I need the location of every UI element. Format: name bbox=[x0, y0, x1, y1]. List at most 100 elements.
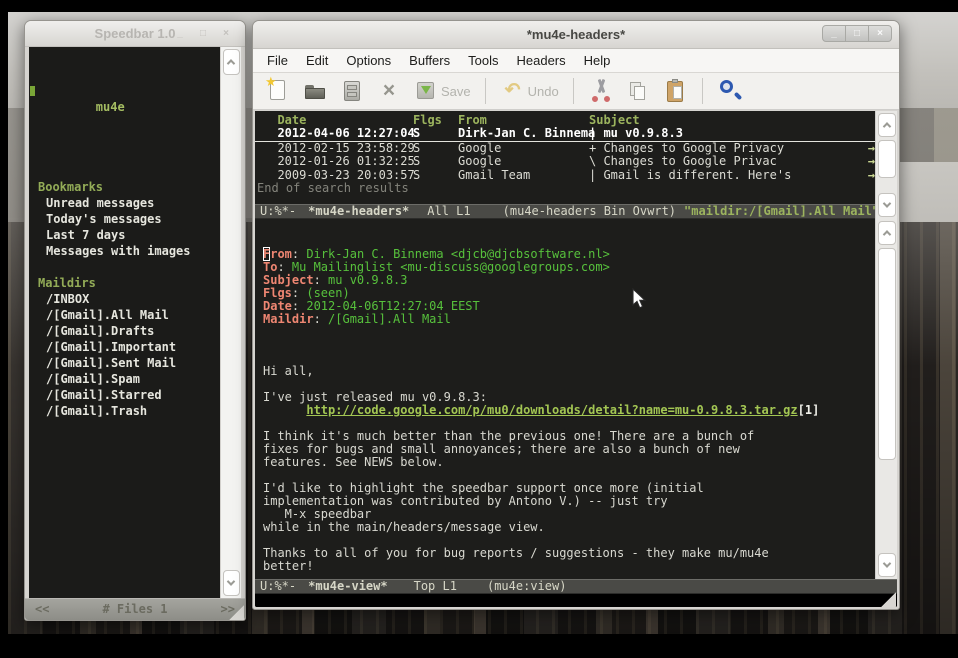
close-icon[interactable]: × bbox=[868, 25, 892, 42]
speedbar-item[interactable]: Today's messages bbox=[38, 211, 220, 227]
scroll-up-button[interactable] bbox=[878, 221, 896, 245]
header-row[interactable]: 2012-04-06 12:27:04SDirk-Jan C. Binnema|… bbox=[255, 127, 875, 141]
toolbar: ★ × Save ↶ Undo bbox=[253, 73, 899, 110]
undo-button[interactable]: ↶ Undo bbox=[500, 78, 559, 104]
message-body-line: better! bbox=[263, 560, 875, 573]
mu4e-view-buffer: From: Dirk-Jan C. Binnema <djcb@djcbsoft… bbox=[255, 219, 875, 579]
resize-grip[interactable] bbox=[228, 604, 244, 620]
save-button[interactable]: Save bbox=[413, 78, 471, 104]
message-field: Subject: mu v0.9.8.3 bbox=[263, 274, 875, 287]
modeline-position: All L1 bbox=[427, 205, 470, 218]
speedbar-item[interactable]: Unread messages bbox=[38, 195, 220, 211]
speedbar-item[interactable]: /[Gmail].Sent Mail bbox=[38, 355, 220, 371]
menu-options[interactable]: Options bbox=[337, 50, 400, 71]
menu-bar: FileEditOptionsBuffersToolsHeadersHelp bbox=[253, 49, 899, 73]
mu4e-headers-buffer: DateFlgsFromSubject 2012-04-06 12:27:04S… bbox=[255, 111, 875, 204]
modeline-position: Top L1 bbox=[414, 580, 457, 593]
chevron-up-icon bbox=[882, 230, 890, 238]
message-body-line: features. See NEWS below. bbox=[263, 456, 875, 469]
toolbar-separator bbox=[702, 78, 703, 104]
speedbar-scrollbar[interactable] bbox=[220, 47, 241, 598]
copy-button[interactable] bbox=[625, 78, 651, 104]
modeline-prefix: U:%*- bbox=[260, 580, 296, 593]
scrollbar-column bbox=[875, 111, 897, 579]
menu-headers[interactable]: Headers bbox=[507, 50, 574, 71]
header-row[interactable]: 2012-01-26 01:32:25SGoogle\ Changes to G… bbox=[255, 155, 875, 168]
modeline-buffer-name: *mu4e-headers* bbox=[308, 205, 409, 218]
modeline-prefix: U:%*- bbox=[260, 205, 296, 218]
menu-buffers[interactable]: Buffers bbox=[400, 50, 459, 71]
cut-button[interactable] bbox=[588, 78, 614, 104]
search-button[interactable] bbox=[717, 78, 743, 104]
menu-tools[interactable]: Tools bbox=[459, 50, 507, 71]
message-link-line: http://code.google.com/p/mu0/downloads/d… bbox=[263, 404, 875, 417]
menu-help[interactable]: Help bbox=[575, 50, 620, 71]
scroll-down-button[interactable] bbox=[223, 570, 240, 596]
scrollbar-thumb[interactable] bbox=[878, 140, 896, 178]
menu-file[interactable]: File bbox=[258, 50, 297, 71]
minimize-icon[interactable]: _ bbox=[168, 25, 192, 42]
message-link[interactable]: http://code.google.com/p/mu0/downloads/d… bbox=[306, 403, 797, 417]
file-cabinet-button[interactable] bbox=[339, 78, 365, 104]
speedbar-section-heading: Maildirs bbox=[38, 275, 220, 291]
minimize-icon[interactable]: _ bbox=[822, 25, 846, 42]
open-file-button[interactable] bbox=[302, 78, 328, 104]
headers-modeline: U:%*- *mu4e-headers* All L1 (mu4e-header… bbox=[255, 204, 875, 219]
close-icon[interactable]: × bbox=[214, 25, 238, 42]
speedbar-titlebar[interactable]: Speedbar 1.0 _ □ × bbox=[25, 21, 245, 47]
speedbar-item[interactable]: Last 7 days bbox=[38, 227, 220, 243]
resize-grip[interactable] bbox=[880, 591, 896, 607]
speedbar-status-bar: << # Files 1 >> bbox=[25, 598, 245, 620]
speedbar-item[interactable]: Messages with images bbox=[38, 243, 220, 259]
speedbar-item[interactable]: /[Gmail].Spam bbox=[38, 371, 220, 387]
truncation-arrow-icon: → bbox=[868, 169, 875, 182]
paste-button[interactable] bbox=[662, 78, 688, 104]
chevron-down-icon bbox=[882, 199, 890, 207]
speedbar-item[interactable]: /[Gmail].Trash bbox=[38, 403, 220, 419]
toolbar-separator bbox=[485, 78, 486, 104]
scroll-up-button[interactable] bbox=[223, 49, 240, 75]
emacs-window: *mu4e-headers* _ □ × FileEditOptionsBuff… bbox=[252, 20, 900, 610]
maximize-icon[interactable]: □ bbox=[191, 25, 215, 42]
speedbar-prev-button[interactable]: << bbox=[35, 599, 49, 620]
view-modeline: U:%*- *mu4e-view* Top L1 (mu4e:view) bbox=[255, 579, 897, 594]
headers-scrollbar[interactable] bbox=[876, 111, 897, 219]
view-scrollbar[interactable] bbox=[876, 219, 897, 579]
scrollbar-thumb[interactable] bbox=[878, 248, 896, 460]
speedbar-item[interactable]: /[Gmail].Drafts bbox=[38, 323, 220, 339]
new-file-button[interactable]: ★ bbox=[265, 78, 291, 104]
end-of-results-text: End of search results bbox=[255, 182, 875, 195]
scroll-up-button[interactable] bbox=[878, 113, 896, 137]
speedbar-window: Speedbar 1.0 _ □ × mu4e BookmarksUnread … bbox=[24, 20, 246, 621]
modeline-modes: (mu4e-headers Bin Ovwrt) bbox=[503, 205, 676, 218]
speedbar-item[interactable]: /[Gmail].Starred bbox=[38, 387, 220, 403]
chevron-up-icon bbox=[227, 59, 235, 67]
header-row[interactable]: 2009-03-23 20:03:57SGmail Team| Gmail is… bbox=[255, 169, 875, 182]
menu-edit[interactable]: Edit bbox=[297, 50, 337, 71]
speedbar-item[interactable]: /[Gmail].Important bbox=[38, 339, 220, 355]
close-buffer-button[interactable]: × bbox=[376, 78, 402, 104]
message-field: Maildir: /[Gmail].All Mail bbox=[263, 313, 875, 326]
emacs-titlebar[interactable]: *mu4e-headers* _ □ × bbox=[253, 21, 899, 49]
message-body-line bbox=[263, 352, 875, 365]
speedbar-item[interactable]: /INBOX bbox=[38, 291, 220, 307]
footnote-ref: [1] bbox=[798, 403, 820, 417]
scroll-down-button[interactable] bbox=[878, 193, 896, 217]
header-row[interactable]: 2012-02-15 23:58:29SGoogle+ Changes to G… bbox=[255, 142, 875, 155]
speedbar-buffer: mu4e BookmarksUnread messagesToday's mes… bbox=[29, 47, 220, 598]
speedbar-item[interactable]: /[Gmail].All Mail bbox=[38, 307, 220, 323]
save-icon bbox=[413, 78, 439, 104]
message-body-line: Thanks to all of you for bug reports / s… bbox=[263, 547, 875, 560]
message-body-line: Hi all, bbox=[263, 365, 875, 378]
chevron-down-icon bbox=[227, 577, 235, 585]
fringe-mark-icon bbox=[30, 86, 35, 96]
speedbar-root-item[interactable]: mu4e bbox=[38, 83, 220, 131]
maximize-icon[interactable]: □ bbox=[845, 25, 869, 42]
text-cursor: F bbox=[263, 247, 270, 261]
window-title: *mu4e-headers* bbox=[527, 27, 625, 42]
scroll-down-button[interactable] bbox=[878, 553, 896, 577]
mouse-cursor-icon bbox=[632, 288, 648, 310]
modeline-buffer-name: *mu4e-view* bbox=[308, 580, 387, 593]
chevron-up-icon bbox=[882, 122, 890, 130]
save-label: Save bbox=[441, 84, 471, 99]
